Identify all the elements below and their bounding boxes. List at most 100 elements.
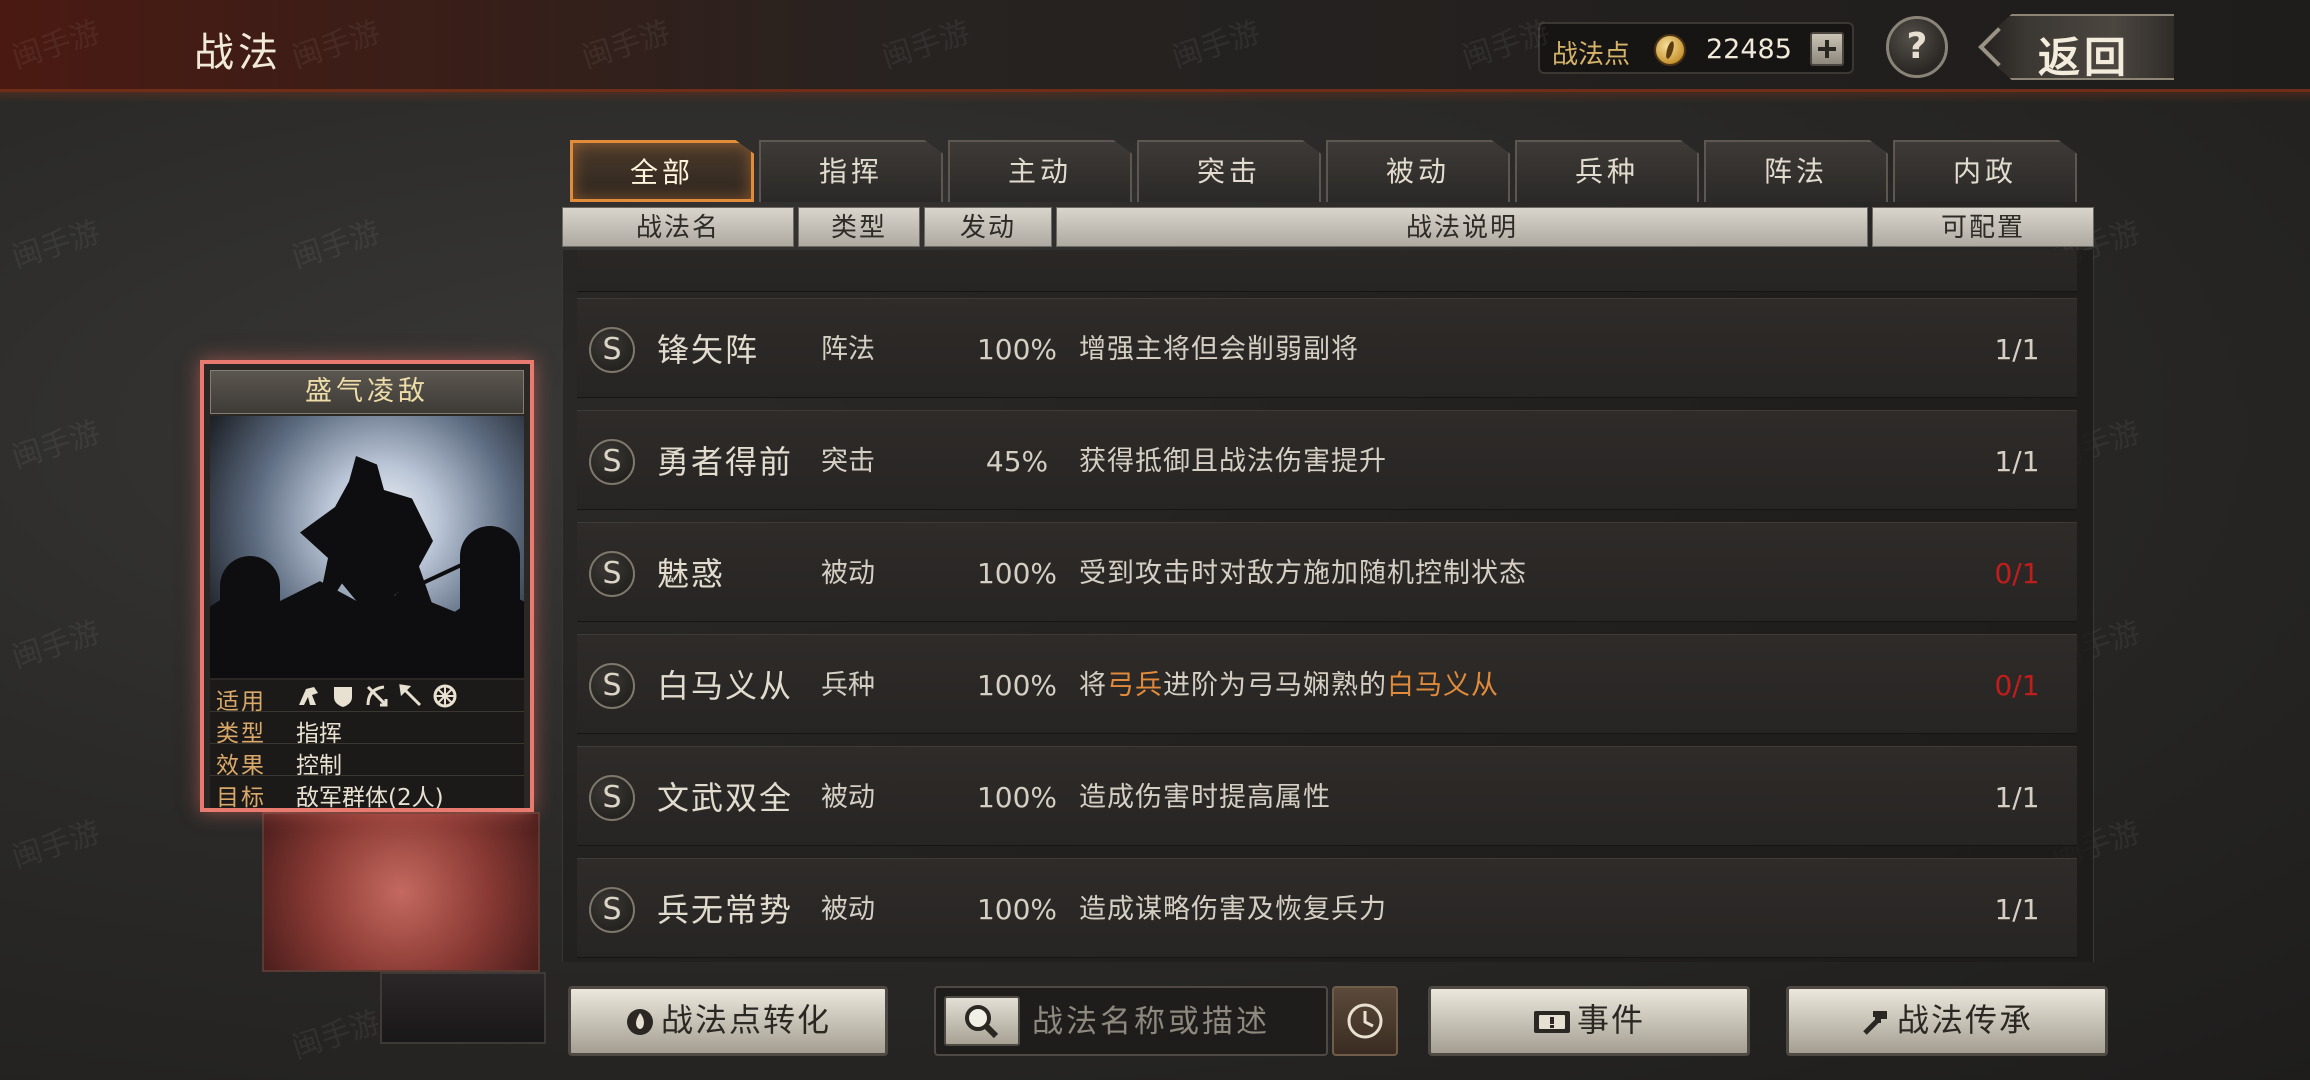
tactic-description: 获得抵御且战法伤害提升 bbox=[1079, 446, 1387, 477]
list-item[interactable]: S 勇者得前 突击 45% 获得抵御且战法伤害提升 1/1 bbox=[577, 410, 2077, 510]
grade-s-icon: S bbox=[589, 327, 635, 373]
tab-formation[interactable]: 阵法 bbox=[1704, 140, 1888, 202]
tactic-config: 1/1 bbox=[1994, 445, 2040, 478]
watermark: 闽手游 bbox=[7, 614, 105, 676]
column-header-description: 战法说明 bbox=[1056, 207, 1868, 247]
tactics-list[interactable]: S 锋矢阵 阵法 100% 增强主将但会削弱副将 1/1 S 勇者得前 突击 4… bbox=[562, 250, 2094, 962]
tactic-type: 阵法 bbox=[821, 334, 875, 365]
history-button[interactable] bbox=[1332, 986, 1398, 1056]
tactic-points-value: 22485 bbox=[1706, 34, 1792, 65]
tactic-name: 锋矢阵 bbox=[657, 331, 760, 369]
tactic-config: 0/1 bbox=[1994, 557, 2040, 590]
add-points-button[interactable] bbox=[1810, 32, 1844, 66]
tactic-name: 文武双全 bbox=[657, 779, 794, 817]
column-header-type[interactable]: 类型 bbox=[798, 207, 920, 247]
list-item[interactable] bbox=[577, 250, 2077, 292]
tactic-rate: 100% bbox=[976, 557, 1058, 590]
card-title: 盛气凌敌 bbox=[210, 370, 524, 414]
card-info-apply: 适用 bbox=[210, 680, 524, 715]
column-header-config[interactable]: 可配置 bbox=[1872, 207, 2094, 247]
watermark: 闽手游 bbox=[7, 814, 105, 876]
apply-label: 适用 bbox=[216, 689, 266, 715]
list-item[interactable]: S 白马义从 兵种 100% 将弓兵进阶为弓马娴熟的白马义从 0/1 bbox=[577, 634, 2077, 734]
target-value: 敌军群体(2人) bbox=[296, 785, 444, 811]
tactic-config: 1/1 bbox=[1994, 893, 2040, 926]
grade-s-icon: S bbox=[589, 887, 635, 933]
tactic-name: 白马义从 bbox=[657, 667, 794, 705]
grade-s-icon: S bbox=[589, 775, 635, 821]
spear-icon bbox=[399, 684, 422, 707]
type-label: 类型 bbox=[216, 721, 266, 747]
tab-command[interactable]: 指挥 bbox=[759, 140, 943, 202]
page-title: 战法 bbox=[194, 30, 282, 76]
cavalry-icon bbox=[299, 687, 318, 705]
back-button[interactable]: 返回 bbox=[1976, 14, 2174, 80]
effect-label: 效果 bbox=[216, 753, 266, 779]
tactic-points-label: 战法点 bbox=[1552, 40, 1631, 70]
tab-all[interactable]: 全部 bbox=[570, 140, 754, 202]
grade-s-icon: S bbox=[589, 663, 635, 709]
category-tabs: 全部 指挥 主动 突击 被动 兵种 阵法 内政 bbox=[570, 140, 2080, 202]
list-item[interactable]: S 锋矢阵 阵法 100% 增强主将但会削弱副将 1/1 bbox=[577, 298, 2077, 398]
tactic-rate: 100% bbox=[976, 669, 1058, 702]
watermark: 闽手游 bbox=[287, 1004, 385, 1066]
card-info-type: 类型 指挥 bbox=[210, 712, 524, 747]
convert-points-button[interactable]: 战法点转化 bbox=[568, 986, 888, 1056]
tab-passive[interactable]: 被动 bbox=[1326, 140, 1510, 202]
grade-s-icon: S bbox=[589, 439, 635, 485]
tactic-type: 被动 bbox=[821, 894, 875, 925]
card-info-target: 目标 敌军群体(2人) bbox=[210, 776, 524, 811]
tactic-description: 增强主将但会削弱副将 bbox=[1079, 334, 1359, 365]
grade-s-icon: S bbox=[589, 551, 635, 597]
watermark: 闽手游 bbox=[7, 214, 105, 276]
tactic-rate: 100% bbox=[976, 893, 1058, 926]
list-item[interactable]: S 文武双全 被动 100% 造成伤害时提高属性 1/1 bbox=[577, 746, 2077, 846]
search-button[interactable] bbox=[944, 996, 1020, 1046]
column-header-name[interactable]: 战法名 bbox=[562, 207, 794, 247]
description-text: 将 bbox=[1079, 670, 1107, 701]
flame-icon bbox=[626, 1009, 653, 1035]
tactic-config: 1/1 bbox=[1994, 333, 2040, 366]
events-button[interactable]: 事件 bbox=[1428, 986, 1750, 1056]
tactic-name: 魅惑 bbox=[657, 555, 726, 593]
selected-tactic-card[interactable]: 盛气凌敌 适用 类型 指挥 效果 控制 目标 敌军群体(2人) bbox=[200, 360, 534, 812]
tactic-config: 1/1 bbox=[1994, 781, 2040, 814]
events-icon bbox=[1533, 1011, 1570, 1033]
tactic-name: 兵无常势 bbox=[657, 891, 794, 929]
tactic-rate: 45% bbox=[985, 445, 1049, 478]
tab-troop[interactable]: 兵种 bbox=[1515, 140, 1699, 202]
help-button[interactable]: ? bbox=[1886, 16, 1948, 78]
tactic-description: 造成伤害时提高属性 bbox=[1079, 782, 1331, 813]
list-item[interactable]: S 兵无常势 被动 100% 造成谋略伤害及恢复兵力 1/1 bbox=[577, 858, 2077, 958]
tactic-points-box: 战法点 22485 bbox=[1538, 22, 1854, 74]
target-label: 目标 bbox=[216, 785, 266, 811]
watermark: 闽手游 bbox=[287, 214, 385, 276]
clock-icon bbox=[1347, 1003, 1383, 1039]
tactic-name: 勇者得前 bbox=[657, 443, 794, 481]
table-header: 战法名 类型 发动 战法说明 可配置 bbox=[562, 207, 2094, 247]
convert-points-label: 战法点转化 bbox=[660, 1001, 831, 1039]
back-arrow-icon bbox=[1978, 27, 2018, 67]
list-item[interactable]: S 魅惑 被动 100% 受到攻击时对敌方施加随机控制状态 0/1 bbox=[577, 522, 2077, 622]
tactic-type: 兵种 bbox=[821, 670, 875, 701]
tactic-card-preview[interactable] bbox=[380, 972, 546, 1044]
search-input[interactable] bbox=[1032, 998, 1322, 1046]
tactic-card-preview[interactable] bbox=[262, 812, 540, 972]
bow-icon bbox=[366, 685, 388, 707]
top-bar: 战法 战法点 22485 ? 返回 bbox=[0, 0, 2310, 103]
tab-assault[interactable]: 突击 bbox=[1137, 140, 1321, 202]
highlight-term: 弓兵 bbox=[1107, 670, 1163, 701]
tab-active[interactable]: 主动 bbox=[948, 140, 1132, 202]
shield-icon bbox=[334, 687, 352, 707]
events-label: 事件 bbox=[1576, 1001, 1645, 1039]
wheel-icon bbox=[433, 684, 457, 708]
column-header-rate[interactable]: 发动 bbox=[924, 207, 1052, 247]
inherit-tactic-button[interactable]: 战法传承 bbox=[1786, 986, 2108, 1056]
effect-value: 控制 bbox=[296, 753, 342, 779]
card-info: 适用 类型 指挥 效果 控制 目标 敌军群体(2人) bbox=[210, 680, 524, 811]
type-value: 指挥 bbox=[296, 721, 342, 747]
back-label: 返回 bbox=[2038, 33, 2131, 82]
search-icon bbox=[965, 1005, 999, 1039]
tab-internal[interactable]: 内政 bbox=[1893, 140, 2077, 202]
card-info-effect: 效果 控制 bbox=[210, 744, 524, 779]
